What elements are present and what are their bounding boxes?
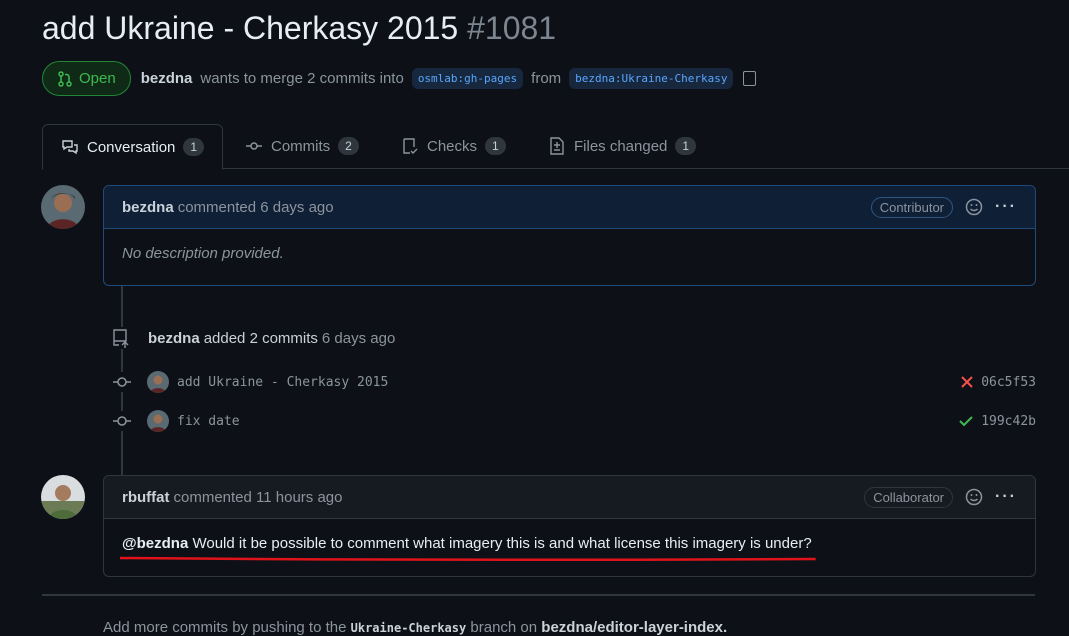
tab-checks[interactable]: Checks 1 [401,124,506,168]
head-branch[interactable]: bezdna:Ukraine-Cherkasy [569,68,734,89]
commit-icon [246,142,262,150]
comment-header: bezdna commented 6 days ago Contributor … [104,186,1035,229]
tab-label: Conversation [87,138,176,156]
pr-author[interactable]: bezdna [141,70,193,87]
avatar[interactable] [41,185,85,229]
comment-time[interactable]: commented 6 days ago [178,199,334,216]
avatar[interactable] [147,410,169,432]
push-branch[interactable]: Ukraine-Cherkasy [351,621,467,635]
push-hint-prefix: Add more commits by pushing to the [103,619,347,636]
commit-sha-wrap: 199c42b [959,414,1036,429]
second-comment: rbuffat commented 11 hours ago Collabora… [103,475,1036,577]
pr-tabs: Conversation 1 Commits 2 Checks 1 Files … [42,124,1069,170]
conversation-icon [62,140,78,155]
pr-meta: Open bezdna wants to merge 2 commits int… [42,61,757,96]
commit-event: bezdna added 2 commits 6 days ago [110,327,395,349]
file-diff-icon [550,137,564,155]
repo-push-icon [110,327,132,349]
checklist-icon [403,138,418,154]
pull-request-icon [58,70,72,87]
comment-header: rbuffat commented 11 hours ago Collabora… [104,476,1035,519]
tab-label: Files changed [574,137,668,155]
merge-text: wants to merge 2 commits into [200,70,404,87]
check-icon[interactable] [959,415,973,427]
red-underline-annotation [120,555,816,563]
tab-label: Checks [427,137,478,155]
copy-icon[interactable] [743,71,757,86]
pr-number[interactable]: #1081 [467,10,556,46]
commit-row: add Ukraine - Cherkasy 2015 06c5f53 [112,370,1036,394]
avatar[interactable] [41,475,85,519]
comment-text: Would it be possible to comment what ima… [192,535,812,552]
comment-time[interactable]: commented 11 hours ago [174,489,343,506]
first-comment: bezdna commented 6 days ago Contributor … [103,185,1036,286]
push-repo[interactable]: bezdna/editor-layer-index. [541,619,727,636]
commit-sha[interactable]: 199c42b [981,414,1036,429]
more-options-icon[interactable]: ··· [995,198,1017,216]
more-options-icon[interactable]: ··· [995,488,1017,506]
commit-message[interactable]: fix date [177,414,240,429]
pr-title: add Ukraine - Cherkasy 2015 #1081 [42,10,556,47]
pr-title-text: add Ukraine - Cherkasy 2015 [42,10,459,46]
from-text: from [531,70,562,87]
commit-icon [112,372,132,392]
tab-count: 1 [485,137,506,155]
push-hint-middle: branch on [470,619,538,636]
push-hint: Add more commits by pushing to the Ukrai… [103,619,727,636]
timeline-divider [42,594,1035,596]
smiley-icon[interactable] [965,198,983,216]
tab-count: 1 [183,138,205,156]
status-label: Open [79,70,116,87]
commit-row: fix date 199c42b [112,409,1036,433]
comment-author[interactable]: rbuffat [122,489,170,506]
event-text: added 2 commits [203,329,318,347]
commit-sha-wrap: 06c5f53 [961,375,1036,390]
tab-files-changed[interactable]: Files changed 1 [548,124,697,168]
tab-count: 1 [675,137,697,155]
tab-count: 2 [338,137,359,155]
status-badge: Open [42,61,131,96]
base-branch[interactable]: osmlab:gh-pages [411,68,524,89]
event-time[interactable]: 6 days ago [322,330,395,347]
author-role-badge: Contributor [870,196,954,218]
x-icon[interactable] [961,376,973,388]
comment-author[interactable]: bezdna [122,199,174,216]
event-author[interactable]: bezdna [148,330,200,347]
commit-message[interactable]: add Ukraine - Cherkasy 2015 [177,375,388,390]
author-role-badge: Collaborator [864,486,954,508]
commit-sha[interactable]: 06c5f53 [981,375,1036,390]
tab-commits[interactable]: Commits 2 [245,124,359,168]
empty-description: No description provided. [122,245,284,262]
mention-link[interactable]: @bezdna [122,535,188,552]
tab-label: Commits [271,137,331,155]
comment-body: No description provided. [104,229,1035,278]
avatar[interactable] [147,371,169,393]
comment-body: @bezdna Would it be possible to comment … [104,519,1035,571]
commit-icon [112,411,132,431]
tab-conversation[interactable]: Conversation 1 [42,124,224,170]
smiley-icon[interactable] [965,488,983,506]
highlighted-text: @bezdna Would it be possible to comment … [122,535,812,555]
